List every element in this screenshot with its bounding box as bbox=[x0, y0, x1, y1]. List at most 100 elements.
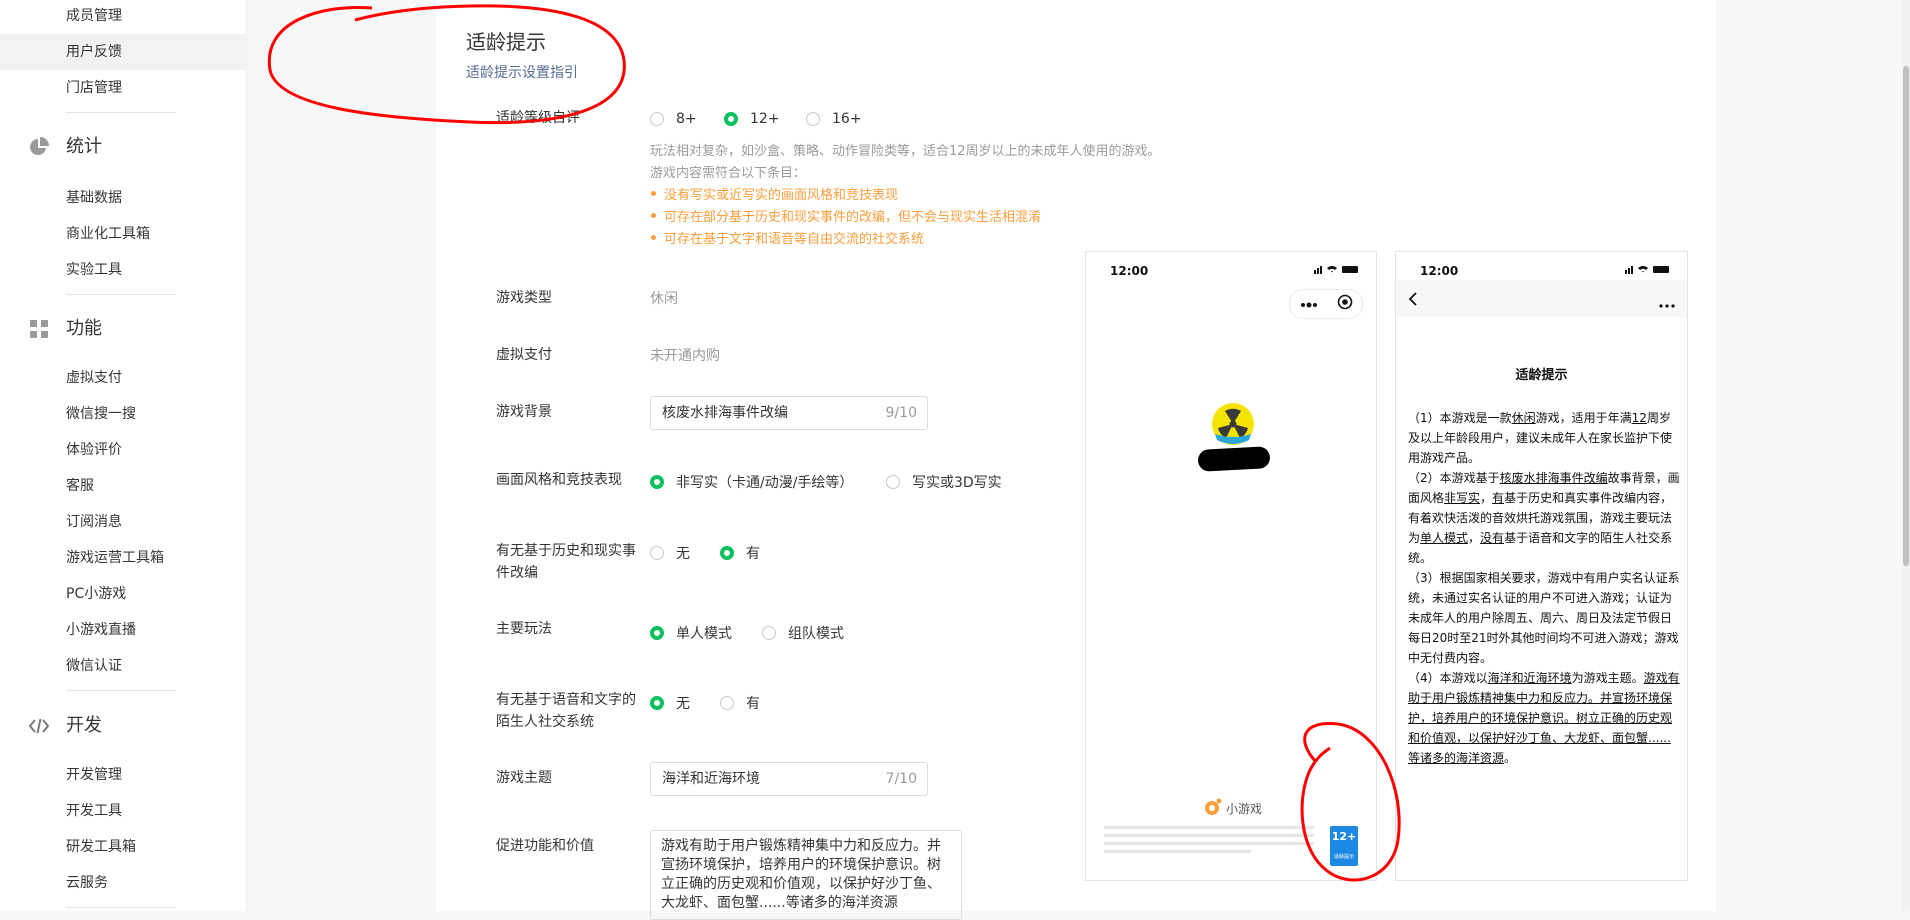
status-time: 12:00 bbox=[1110, 264, 1149, 278]
sidebar-item-rating[interactable]: 体验评价 bbox=[0, 432, 246, 468]
redacted-name bbox=[1197, 446, 1271, 472]
gameplay-radio-team[interactable]: 组队模式 bbox=[762, 623, 844, 643]
social-radio-yes[interactable]: 有 bbox=[720, 693, 760, 713]
radio-dot bbox=[720, 696, 734, 710]
sidebar-item-service[interactable]: 客服 bbox=[0, 468, 246, 504]
age-radio-16[interactable]: 16+ bbox=[806, 111, 862, 127]
radio-dot bbox=[650, 475, 664, 489]
back-arrow-icon[interactable] bbox=[1408, 291, 1418, 311]
more-dots-icon[interactable] bbox=[1300, 296, 1318, 312]
sidebar-divider bbox=[66, 907, 176, 908]
mini-game-logo-icon bbox=[1204, 798, 1222, 819]
sidebar-item-live[interactable]: 小游戏直播 bbox=[0, 612, 246, 648]
pie-chart-icon bbox=[28, 136, 50, 158]
brand-text: 小游戏 bbox=[1226, 802, 1263, 816]
art-radio-realistic[interactable]: 写实或3D写实 bbox=[886, 472, 1002, 492]
sidebar-item-subscribe[interactable]: 订阅消息 bbox=[0, 504, 246, 540]
radio-label: 有 bbox=[746, 696, 760, 712]
nav-bar bbox=[1396, 280, 1687, 318]
radio-label: 12+ bbox=[750, 111, 780, 127]
radio-dot bbox=[806, 112, 820, 126]
capsule-menu[interactable] bbox=[1289, 289, 1363, 319]
value-textarea[interactable]: 游戏有助于用户锻炼精神集中力和反应力。并宣扬环境保护，培养用户的环境保护意识。树… bbox=[650, 830, 962, 920]
social-radio-no[interactable]: 无 bbox=[650, 693, 690, 713]
sidebar-item-cloud[interactable]: 云服务 bbox=[0, 865, 246, 901]
sidebar-item-monetization[interactable]: 商业化工具箱 bbox=[0, 216, 246, 252]
radio-label: 16+ bbox=[832, 111, 862, 127]
sidebar-item-search[interactable]: 微信搜一搜 bbox=[0, 396, 246, 432]
sidebar-item-feedback[interactable]: 用户反馈 bbox=[0, 34, 246, 70]
sidebar-section-stats[interactable]: 统计 bbox=[28, 132, 102, 162]
sidebar-item-dev-manage[interactable]: 开发管理 bbox=[0, 757, 246, 793]
art-radio-nonrealistic[interactable]: 非写实（卡通/动漫/手绘等） bbox=[650, 472, 853, 492]
social-label: 有无基于语音和文字的陌生人社交系统 bbox=[496, 692, 636, 730]
gameplay-radio-single[interactable]: 单人模式 bbox=[650, 623, 732, 643]
notice-heading: 适龄提示 bbox=[1515, 368, 1568, 383]
theme-input[interactable]: 海洋和近海环境 7/10 bbox=[650, 762, 928, 796]
brand-mark: 小游戏 bbox=[1204, 798, 1262, 819]
radio-dot bbox=[762, 626, 776, 640]
radio-dot bbox=[724, 112, 738, 126]
sidebar-item-basic-data[interactable]: 基础数据 bbox=[0, 180, 246, 216]
game-type-value: 休闲 bbox=[650, 291, 678, 307]
age-radio-12[interactable]: 12+ bbox=[724, 111, 780, 127]
age-rating-label: 适龄等级自评 bbox=[496, 110, 580, 126]
age-radio-8[interactable]: 8+ bbox=[650, 111, 697, 127]
sidebar-item-stores[interactable]: 门店管理 bbox=[0, 70, 246, 106]
age-rating-rule: 没有写实或近写实的画面风格和竞技表现 bbox=[650, 184, 898, 203]
gameplay-label: 主要玩法 bbox=[496, 621, 552, 637]
radio-dot bbox=[650, 626, 664, 640]
radio-dot bbox=[650, 696, 664, 710]
history-label: 有无基于历史和现实事件改编 bbox=[496, 543, 636, 581]
grid-icon bbox=[28, 318, 50, 340]
sidebar-item-experiments[interactable]: 实验工具 bbox=[0, 252, 246, 288]
more-dots-icon[interactable] bbox=[1659, 296, 1675, 312]
background-input[interactable]: 核废水排海事件改编 9/10 bbox=[650, 396, 928, 430]
preview-loading-screen: 12:00 小游戏 12+ 适龄提示 bbox=[1085, 251, 1377, 881]
preview-notice-page: 12:00 适龄提示 （1）本游戏是一款休闲游戏，适用于年满12周岁及以上年龄段… bbox=[1395, 251, 1688, 881]
virtual-pay-label: 虚拟支付 bbox=[496, 347, 552, 363]
sidebar-item-dev-tools[interactable]: 开发工具 bbox=[0, 793, 246, 829]
char-count: 9/10 bbox=[885, 405, 917, 421]
sidebar-item-verify[interactable]: 微信认证 bbox=[0, 648, 246, 684]
char-count: 7/10 bbox=[885, 771, 917, 787]
radio-dot bbox=[650, 112, 664, 126]
game-logo-icon bbox=[1211, 402, 1255, 450]
page-scrollbar[interactable] bbox=[1902, 0, 1910, 911]
sidebar-item-rd-toolbox[interactable]: 研发工具箱 bbox=[0, 829, 246, 865]
sidebar-item-virtual-pay[interactable]: 虚拟支付 bbox=[0, 360, 246, 396]
background-label: 游戏背景 bbox=[496, 404, 552, 420]
value-label: 促进功能和价值 bbox=[496, 838, 594, 854]
radio-label: 无 bbox=[676, 696, 690, 712]
radio-label: 组队模式 bbox=[788, 626, 844, 642]
sidebar-section-dev[interactable]: 开发 bbox=[28, 711, 102, 741]
art-style-label: 画面风格和竞技表现 bbox=[496, 472, 622, 488]
sidebar-divider bbox=[66, 112, 176, 113]
radio-label: 写实或3D写实 bbox=[912, 475, 1002, 491]
age-badge-text: 12+ bbox=[1331, 830, 1357, 843]
notice-body: （1）本游戏是一款休闲游戏，适用于年满12周岁及以上年龄段用户，建议未成年人在家… bbox=[1408, 408, 1680, 768]
history-radio-yes[interactable]: 有 bbox=[720, 543, 760, 563]
sidebar-item-members[interactable]: 成员管理 bbox=[0, 0, 246, 34]
notice-paragraph: （3）根据国家相关要求，游戏中有用户实名认证系统，未通过实名认证的用户不可进入游… bbox=[1408, 571, 1680, 665]
guide-link[interactable]: 适龄提示设置指引 bbox=[466, 62, 578, 82]
radio-dot bbox=[886, 475, 900, 489]
sidebar-item-ops-toolbox[interactable]: 游戏运营工具箱 bbox=[0, 540, 246, 576]
theme-label: 游戏主题 bbox=[496, 770, 552, 786]
age-badge[interactable]: 12+ 适龄提示 bbox=[1330, 826, 1358, 866]
status-icons bbox=[1625, 264, 1671, 274]
page-title: 适龄提示 bbox=[466, 30, 546, 54]
age-rating-rule: 可存在基于文字和语音等自由交流的社交系统 bbox=[650, 228, 924, 247]
age-rating-desc: 玩法相对复杂，如沙盒、策略、动作冒险类等，适合12周岁以上的未成年人使用的游戏。 bbox=[650, 144, 1161, 159]
sidebar-section-features[interactable]: 功能 bbox=[28, 314, 102, 344]
close-target-icon[interactable] bbox=[1337, 294, 1353, 314]
sidebar-item-pc-game[interactable]: PC小游戏 bbox=[0, 576, 246, 612]
scrollbar-thumb[interactable] bbox=[1903, 66, 1909, 566]
history-radio-no[interactable]: 无 bbox=[650, 543, 690, 563]
sidebar-divider bbox=[66, 690, 176, 691]
age-rating-rule: 可存在部分基于历史和现实事件的改编，但不会与现实生活相混淆 bbox=[650, 206, 1041, 225]
radio-label: 无 bbox=[676, 546, 690, 562]
code-icon bbox=[28, 715, 50, 737]
input-value: 核废水排海事件改编 bbox=[662, 405, 788, 421]
input-value: 海洋和近海环境 bbox=[662, 771, 760, 787]
